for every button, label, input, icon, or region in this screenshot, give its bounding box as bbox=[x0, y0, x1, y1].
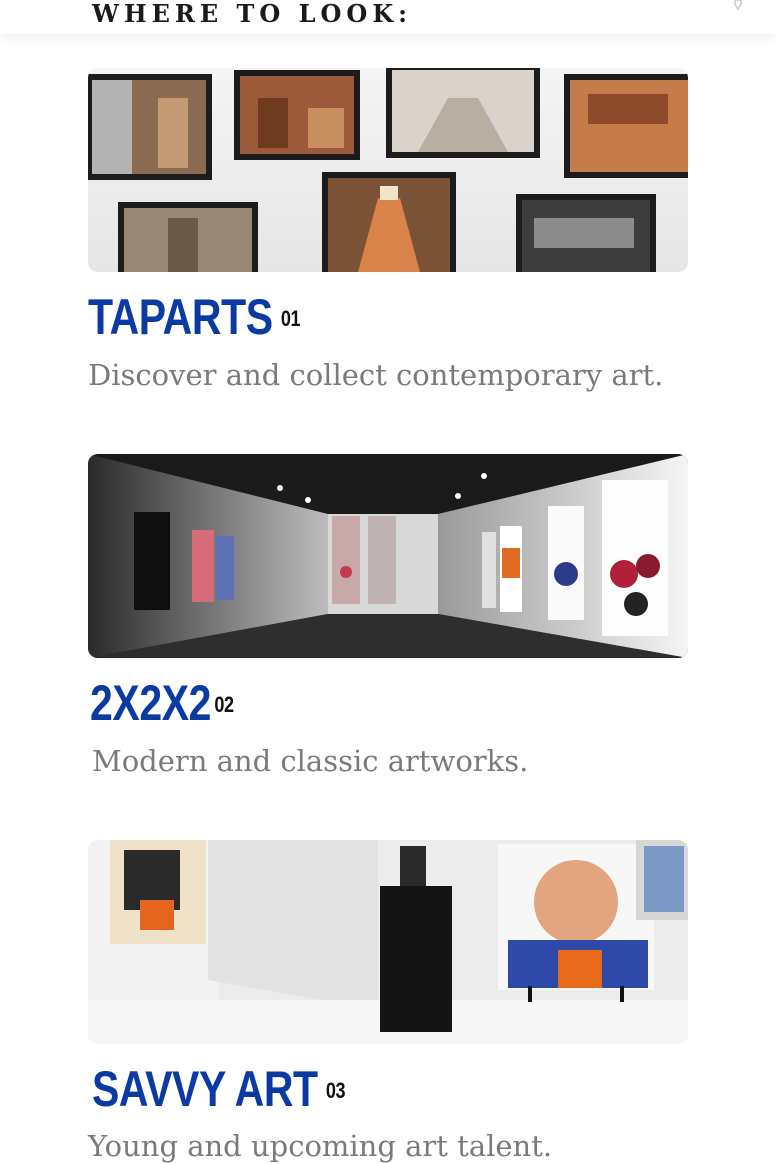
card-description: Young and upcoming art talent. bbox=[88, 1129, 553, 1163]
card-number: 03 bbox=[325, 1078, 346, 1103]
card-number: 01 bbox=[280, 306, 301, 331]
card-number: 02 bbox=[214, 692, 234, 717]
sticky-header: WHERE TO LOOK: bbox=[0, 0, 776, 34]
card-description: Modern and classic artworks. bbox=[92, 744, 529, 778]
gallery-photo-3 bbox=[88, 840, 688, 1044]
page: WHERE TO LOOK: TAPARTS 01 Discover and c… bbox=[0, 0, 776, 1164]
card-image-savvy-art[interactable] bbox=[88, 840, 688, 1044]
card-image-2x2x2[interactable] bbox=[88, 454, 688, 658]
gallery-photo-1 bbox=[88, 68, 688, 272]
card-title-taparts[interactable]: TAPARTS 01 bbox=[88, 290, 301, 344]
card-title-2x2x2[interactable]: 2X2X2 02 bbox=[90, 676, 234, 730]
section-heading: WHERE TO LOOK: bbox=[92, 0, 413, 28]
card-image-taparts[interactable] bbox=[88, 68, 688, 272]
gallery-photo-2 bbox=[88, 454, 688, 658]
location-pin-icon bbox=[734, 0, 742, 10]
card-description: Discover and collect contemporary art. bbox=[88, 358, 664, 392]
card-title-savvy-art[interactable]: SAVVY ART 03 bbox=[92, 1062, 346, 1116]
